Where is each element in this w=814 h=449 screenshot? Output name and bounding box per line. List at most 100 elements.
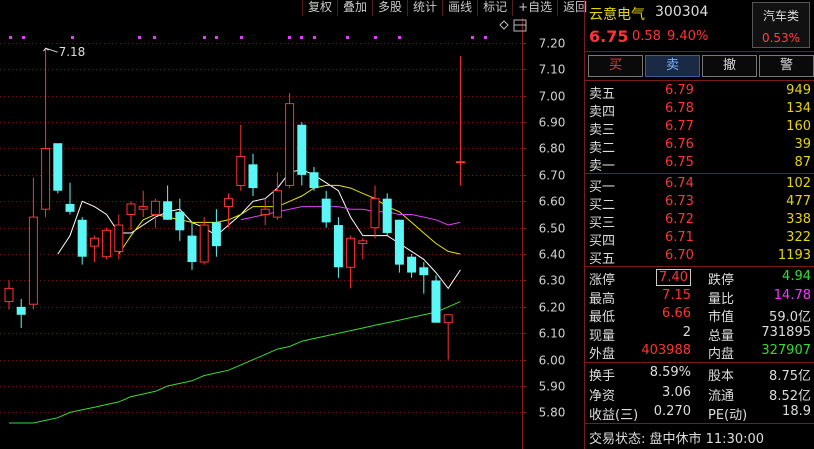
candle-body: [126, 203, 136, 215]
candle: [126, 201, 136, 231]
order-book-row[interactable]: 卖四 6.78 134: [585, 100, 814, 120]
y-tick-label: 7.20: [539, 37, 566, 51]
diamond-icon[interactable]: [499, 20, 509, 30]
candle: [16, 298, 26, 328]
candle-body: [272, 190, 282, 218]
order-volume: 102: [786, 176, 811, 191]
toolbar-button-4[interactable]: 画线: [442, 0, 477, 16]
y-axis-ticks: 7.20 7.10 7.00 6.90 6.80 6.70 6.60 6.50 6.40 6.30…: [539, 37, 566, 420]
alert-button[interactable]: 警: [759, 55, 814, 77]
y-tick-label: 6.60: [539, 195, 566, 209]
candle: [260, 198, 270, 226]
order-price: 6.71: [665, 230, 694, 245]
buy-button[interactable]: 买: [588, 55, 643, 77]
candle-body: [199, 224, 209, 263]
candle: [443, 314, 453, 360]
marker-dot: [203, 36, 206, 39]
y-tick-label: 6.00: [539, 354, 566, 368]
quote-panel: 云意电气 300304 汽车类 0.53% 6.75 0.58 9.40% 买 …: [584, 0, 814, 449]
order-volume: 322: [786, 230, 811, 245]
y-tick-label: 6.80: [539, 142, 566, 156]
order-book-row[interactable]: 买五 6.70 1193: [585, 247, 814, 267]
candle-body: [4, 287, 14, 303]
stat-value: 0.270: [653, 404, 691, 419]
candle-body: [455, 161, 465, 164]
candle: [236, 124, 246, 191]
stat-label: 换手: [589, 369, 616, 384]
candlestick-chart[interactable]: 7.20 7.10 7.00 6.90 6.80 6.70 6.60 6.50 6.40 6.30…: [0, 0, 584, 449]
sell-button[interactable]: 卖: [645, 55, 700, 77]
y-tick-label: 7.10: [539, 63, 566, 77]
toolbar-button-3[interactable]: 统计: [407, 0, 442, 16]
stat-value: 3.06: [662, 384, 691, 400]
y-tick-label: 5.90: [539, 380, 566, 394]
candle: [138, 190, 148, 218]
y-tick-label: 6.10: [539, 327, 566, 341]
stat-label: 市值: [708, 310, 735, 325]
order-volume: 1193: [777, 248, 811, 263]
marker-dot: [484, 36, 487, 39]
candle: [455, 56, 465, 186]
order-book-row[interactable]: 卖三 6.77 160: [585, 118, 814, 138]
marker-dot: [374, 36, 377, 39]
y-tick-label: 6.40: [539, 248, 566, 262]
candle: [199, 217, 209, 265]
trade-buttons: 买 卖 撤 警: [588, 55, 814, 77]
order-volume: 160: [786, 119, 811, 134]
candle-body: [260, 208, 270, 215]
candle-body: [175, 211, 185, 231]
marker-dot: [346, 36, 349, 39]
stat-value: 8.75亿: [769, 369, 811, 384]
stat-label: 内盘: [708, 347, 735, 362]
toolbar-button-6[interactable]: +自选: [512, 0, 557, 16]
toolbar-button-2[interactable]: 多股: [372, 0, 407, 16]
stat-row: 净资 3.06 流通 8.52亿: [585, 384, 814, 404]
stat-value: 7.40: [656, 269, 691, 286]
candle: [187, 222, 197, 270]
marker-dots: [9, 36, 487, 39]
candle-body: [211, 222, 221, 247]
candle-body: [333, 225, 343, 268]
candle: [309, 166, 319, 191]
candle-body: [16, 306, 26, 315]
price-change-pct: 9.40%: [667, 29, 709, 44]
candle: [175, 198, 185, 241]
stat-row: 涨停 7.40 跌停 4.94: [585, 268, 814, 288]
candle: [419, 261, 429, 294]
candle: [431, 275, 441, 323]
divider: [585, 80, 814, 81]
order-book-row[interactable]: 卖五 6.79 949: [585, 82, 814, 102]
candle-body: [102, 229, 112, 258]
current-price: 6.75: [589, 27, 629, 46]
order-book-row[interactable]: 卖一 6.75 87: [585, 154, 814, 174]
toolbar-button-5[interactable]: 标记: [477, 0, 512, 16]
order-book-row[interactable]: 买二 6.73 477: [585, 193, 814, 213]
toolbar-button-1[interactable]: 叠加: [337, 0, 372, 16]
order-book-row[interactable]: 卖二 6.76 39: [585, 136, 814, 156]
chart-toolbar: 复权 叠加 多股 统计 画线 标记 +自选 返回: [302, 0, 592, 16]
toolbar-button-0[interactable]: 复权: [302, 0, 337, 16]
order-book-row[interactable]: 买一 6.74 102: [585, 175, 814, 195]
order-level-label: 卖一: [589, 159, 616, 174]
stat-value: 2: [682, 324, 691, 340]
candle-body: [407, 256, 417, 273]
order-book-row[interactable]: 买三 6.72 338: [585, 211, 814, 231]
stat-label: 量比: [708, 291, 735, 307]
y-tick-label: 6.70: [539, 169, 566, 183]
divider: [585, 51, 814, 52]
marker-dot: [288, 36, 291, 39]
order-volume: 39: [794, 137, 811, 152]
candle-body: [394, 219, 404, 265]
stat-value: 7.15: [662, 287, 691, 303]
candle-body: [309, 172, 319, 189]
candle: [346, 235, 356, 289]
stat-value: 8.59%: [649, 365, 691, 380]
candle: [382, 193, 392, 236]
candle-body: [382, 198, 392, 233]
order-book-row[interactable]: 买四 6.71 322: [585, 229, 814, 249]
candle-body: [187, 235, 197, 262]
order-price: 6.77: [665, 119, 694, 134]
cancel-order-button[interactable]: 撤: [702, 55, 757, 77]
sector-box[interactable]: 汽车类 0.53%: [752, 2, 810, 48]
stat-label: 跌停: [708, 273, 735, 288]
